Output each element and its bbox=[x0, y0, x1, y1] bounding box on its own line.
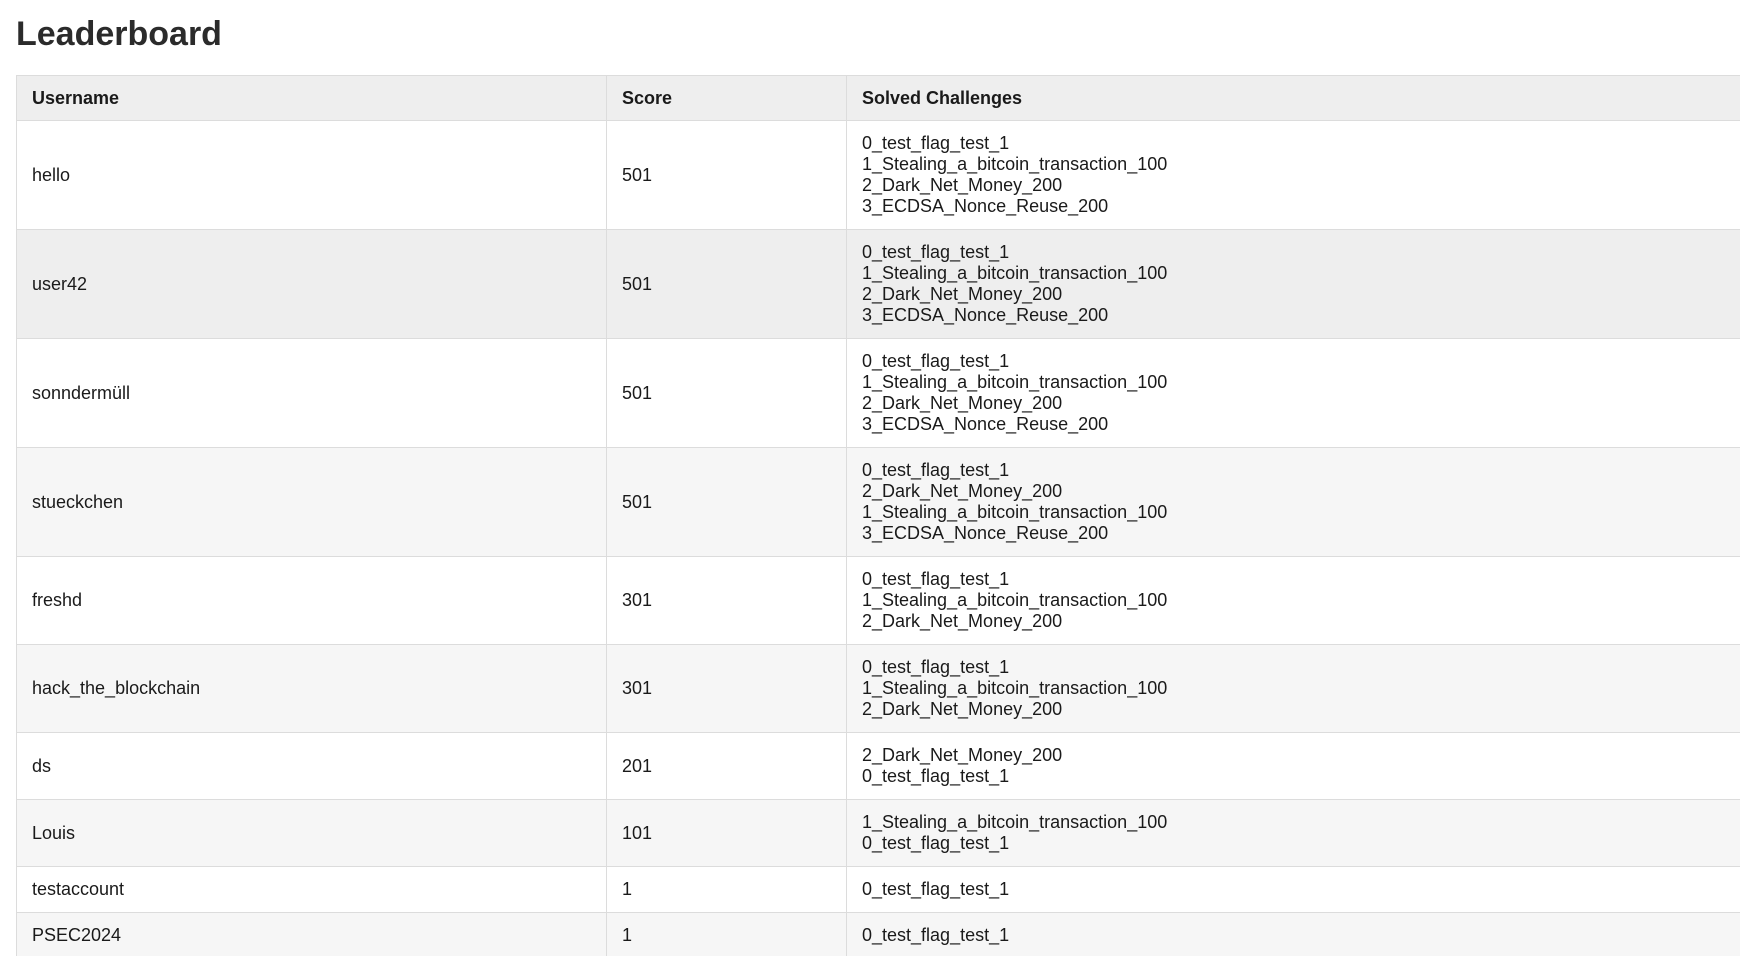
challenge-item: 0_test_flag_test_1 bbox=[862, 242, 1010, 262]
table-row: hello 501 0_test_flag_test_1 1_Stealing_a_b… bbox=[16, 120, 1740, 230]
cell-username: testaccount bbox=[16, 866, 607, 913]
page-title: Leaderboard bbox=[16, 15, 222, 53]
cell-solved-challenges: 0_test_flag_test_1 1_Stealing_a_bitcoin_t… bbox=[846, 556, 1740, 645]
cell-solved-challenges: 1_Stealing_a_bitcoin_transaction_100 0_te… bbox=[846, 799, 1740, 867]
table-row: user42 501 0_test_flag_test_1 1_Stealing_a_… bbox=[16, 229, 1740, 339]
cell-score: 501 bbox=[606, 229, 847, 339]
cell-solved-challenges: 0_test_flag_test_1 1_Stealing_a_bitcoin_t… bbox=[846, 229, 1740, 339]
cell-username: freshd bbox=[16, 556, 607, 645]
challenge-item: 3_ECDSA_Nonce_Reuse_200 bbox=[862, 414, 1109, 434]
cell-username: hack_the_blockchain bbox=[16, 644, 607, 733]
cell-username: user42 bbox=[16, 229, 607, 339]
cell-solved-challenges: 0_test_flag_test_1 1_Stealing_a_bitcoin_t… bbox=[846, 644, 1740, 733]
table-row: stueckchen 501 0_test_flag_test_1 2_Dark_Ne… bbox=[16, 447, 1740, 557]
leaderboard-page: Leaderboard Username Score Solved Challe… bbox=[0, 0, 1740, 956]
cell-solved-challenges: 0_test_flag_test_1 1_Stealing_a_bitcoin_t… bbox=[846, 120, 1740, 230]
table-row: sonndermüll 501 0_test_flag_test_1 1_Steali… bbox=[16, 338, 1740, 448]
challenge-item: 0_test_flag_test_1 bbox=[862, 766, 1010, 786]
challenge-item: 0_test_flag_test_1 bbox=[862, 657, 1010, 677]
challenge-item: 0_test_flag_test_1 bbox=[862, 879, 1010, 899]
table-row: freshd 301 0_test_flag_test_1 1_Stealing_a_… bbox=[16, 556, 1740, 645]
cell-username: ds bbox=[16, 732, 607, 800]
table-row: ds 201 2_Dark_Net_Money_200 0_test_flag_tes… bbox=[16, 732, 1740, 800]
challenge-item: 1_Stealing_a_bitcoin_transaction_100 bbox=[862, 590, 1168, 610]
cell-solved-challenges: 2_Dark_Net_Money_200 0_test_flag_test_1 bbox=[846, 732, 1740, 800]
challenge-item: 3_ECDSA_Nonce_Reuse_200 bbox=[862, 196, 1109, 216]
challenge-item: 1_Stealing_a_bitcoin_transaction_100 bbox=[862, 372, 1168, 392]
challenge-item: 2_Dark_Net_Money_200 bbox=[862, 745, 1063, 765]
table-header-row: Username Score Solved Challenges bbox=[16, 75, 1740, 121]
cell-score: 1 bbox=[606, 912, 847, 956]
challenge-item: 1_Stealing_a_bitcoin_transaction_100 bbox=[862, 678, 1168, 698]
challenge-item: 0_test_flag_test_1 bbox=[862, 133, 1010, 153]
challenge-item: 2_Dark_Net_Money_200 bbox=[862, 611, 1063, 631]
challenge-item: 0_test_flag_test_1 bbox=[862, 833, 1010, 853]
challenge-item: 0_test_flag_test_1 bbox=[862, 925, 1010, 945]
challenge-item: 1_Stealing_a_bitcoin_transaction_100 bbox=[862, 154, 1168, 174]
table-row: PSEC2024 1 0_test_flag_test_1 bbox=[16, 912, 1740, 956]
cell-solved-challenges: 0_test_flag_test_1 bbox=[846, 866, 1740, 913]
column-header-solved-challenges: Solved Challenges bbox=[846, 75, 1740, 121]
cell-score: 501 bbox=[606, 338, 847, 448]
cell-score: 301 bbox=[606, 556, 847, 645]
challenge-item: 2_Dark_Net_Money_200 bbox=[862, 175, 1063, 195]
table-row: testaccount 1 0_test_flag_test_1 bbox=[16, 866, 1740, 913]
challenge-item: 3_ECDSA_Nonce_Reuse_200 bbox=[862, 305, 1109, 325]
challenge-item: 0_test_flag_test_1 bbox=[862, 569, 1010, 589]
cell-username: hello bbox=[16, 120, 607, 230]
column-header-username: Username bbox=[16, 75, 607, 121]
cell-username: sonndermüll bbox=[16, 338, 607, 448]
challenge-item: 2_Dark_Net_Money_200 bbox=[862, 481, 1063, 501]
cell-score: 101 bbox=[606, 799, 847, 867]
cell-solved-challenges: 0_test_flag_test_1 1_Stealing_a_bitcoin_t… bbox=[846, 338, 1740, 448]
challenge-item: 0_test_flag_test_1 bbox=[862, 460, 1010, 480]
cell-solved-challenges: 0_test_flag_test_1 bbox=[846, 912, 1740, 956]
challenge-item: 1_Stealing_a_bitcoin_transaction_100 bbox=[862, 812, 1168, 832]
cell-username: stueckchen bbox=[16, 447, 607, 557]
cell-score: 201 bbox=[606, 732, 847, 800]
challenge-item: 1_Stealing_a_bitcoin_transaction_100 bbox=[862, 502, 1168, 522]
challenge-item: 2_Dark_Net_Money_200 bbox=[862, 284, 1063, 304]
challenge-item: 1_Stealing_a_bitcoin_transaction_100 bbox=[862, 263, 1168, 283]
cell-solved-challenges: 0_test_flag_test_1 2_Dark_Net_Money_200 1_… bbox=[846, 447, 1740, 557]
cell-score: 501 bbox=[606, 120, 847, 230]
cell-score: 501 bbox=[606, 447, 847, 557]
challenge-item: 2_Dark_Net_Money_200 bbox=[862, 699, 1063, 719]
challenge-item: 3_ECDSA_Nonce_Reuse_200 bbox=[862, 523, 1109, 543]
cell-username: PSEC2024 bbox=[16, 912, 607, 956]
challenge-item: 2_Dark_Net_Money_200 bbox=[862, 393, 1063, 413]
leaderboard-table: Username Score Solved Challenges hello 50… bbox=[16, 75, 1740, 956]
cell-score: 301 bbox=[606, 644, 847, 733]
challenge-item: 0_test_flag_test_1 bbox=[862, 351, 1010, 371]
column-header-score: Score bbox=[606, 75, 847, 121]
cell-username: Louis bbox=[16, 799, 607, 867]
table-row: hack_the_blockchain 301 0_test_flag_test_1… bbox=[16, 644, 1740, 733]
table-row: Louis 101 1_Stealing_a_bitcoin_transaction… bbox=[16, 799, 1740, 867]
cell-score: 1 bbox=[606, 866, 847, 913]
